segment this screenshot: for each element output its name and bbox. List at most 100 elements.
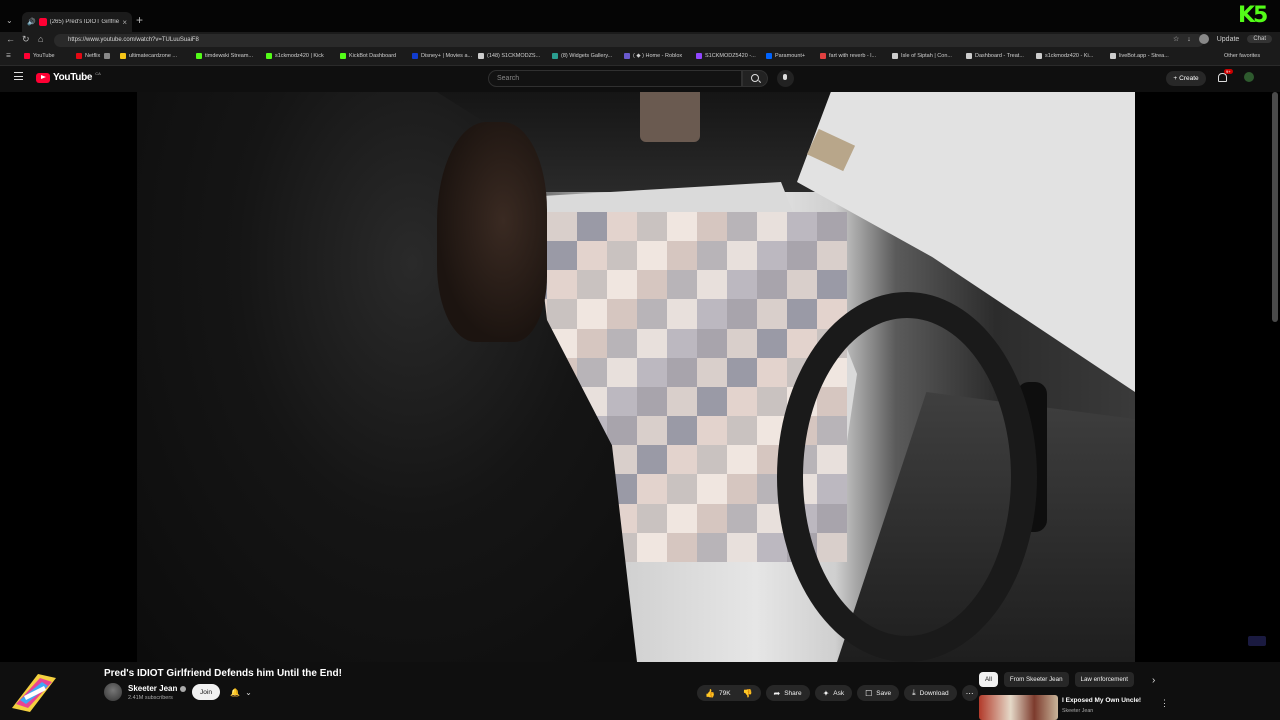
blur-block — [727, 212, 757, 242]
audio-icon[interactable]: 🔊 — [27, 18, 36, 26]
channel-name[interactable]: Skeeter Jean — [128, 684, 187, 693]
bookmark-item[interactable]: Disney+ | Movies a... — [412, 53, 472, 59]
subscriber-count: 2.41M subscribers — [128, 695, 173, 701]
blur-block — [667, 474, 697, 504]
blur-block — [787, 241, 817, 271]
blur-block — [697, 270, 727, 300]
microphone-icon[interactable] — [777, 70, 794, 87]
blur-block — [637, 328, 667, 358]
bookmark-favicon-icon — [696, 53, 702, 59]
like-button[interactable]: 👍 79K 👎 — [697, 685, 761, 701]
recommendation-menu-icon[interactable]: ⋮ — [1160, 698, 1169, 709]
blur-block — [667, 532, 697, 562]
bookmark-item[interactable]: fart with reverb - l... — [820, 53, 876, 59]
bookmark-item[interactable]: Netflix — [76, 53, 100, 59]
thumbs-up-icon: 👍 — [705, 688, 715, 698]
blur-block — [637, 532, 667, 562]
chip-law-enforcement[interactable]: Law enforcement — [1074, 672, 1134, 687]
save-button[interactable]: ☐ Save — [857, 685, 900, 701]
youtube-wordmark: YouTube — [53, 72, 93, 83]
create-button[interactable]: + Create — [1166, 71, 1206, 86]
blur-block — [577, 299, 607, 329]
copilot-chat-button[interactable]: Chat — [1247, 35, 1272, 43]
like-count: 79K — [718, 689, 731, 697]
blur-block — [817, 212, 847, 242]
thumbs-down-icon[interactable]: 👎 — [743, 689, 753, 698]
chip-all[interactable]: All — [979, 672, 998, 687]
blur-block — [637, 241, 667, 271]
blur-block — [727, 270, 757, 300]
blur-block — [757, 241, 787, 271]
bookmark-item[interactable]: timdewski Stream... — [196, 53, 253, 59]
blur-block — [697, 532, 727, 562]
blur-block — [547, 299, 577, 329]
join-button[interactable]: Join — [192, 684, 220, 700]
share-button[interactable]: ➦ Share — [765, 685, 810, 701]
menu-icon[interactable] — [14, 72, 23, 80]
blur-block — [697, 386, 727, 417]
blur-block — [727, 328, 757, 358]
blur-block — [757, 532, 787, 562]
bookmark-item[interactable]: (8) Widgets Gallery... — [552, 53, 612, 59]
chevron-right-icon[interactable]: › — [1152, 675, 1155, 686]
channel-avatar[interactable] — [104, 683, 122, 701]
more-actions-icon[interactable]: ⋯ — [961, 685, 978, 701]
bookmark-item[interactable]: Isle of Siptah | Con... — [892, 53, 952, 59]
recommendation-thumbnail[interactable] — [979, 695, 1058, 720]
blur-block — [667, 386, 697, 417]
blur-block — [727, 357, 757, 387]
tab-search-chevron-icon[interactable]: ⌄ — [6, 16, 13, 25]
url-field[interactable]: https://www.youtube.com/watch?v=TULuuSua… — [54, 34, 1204, 47]
reload-icon[interactable]: ↻ — [22, 34, 30, 45]
chip-from-channel[interactable]: From Skeeter Jean — [1003, 672, 1069, 687]
ask-button[interactable]: ✦ Ask — [814, 685, 853, 701]
download-button[interactable]: ⤓ Download — [904, 685, 957, 701]
profile-avatar[interactable] — [1198, 34, 1209, 44]
close-tab-icon[interactable]: × — [122, 18, 127, 27]
blur-block — [697, 503, 727, 533]
youtube-logo[interactable]: YouTube CA — [36, 71, 101, 83]
bookmark-item[interactable]: S1CKMODZ5420 -... — [696, 53, 756, 59]
bookmark-item[interactable]: liveBot.app - Strea... — [1110, 53, 1169, 59]
blur-block — [607, 212, 637, 242]
blur-block — [667, 212, 697, 242]
blur-block — [577, 270, 607, 300]
blur-block — [697, 416, 727, 446]
new-tab-button[interactable]: + — [136, 13, 143, 27]
page-scrollbar[interactable] — [1272, 92, 1278, 322]
search-input[interactable]: Search — [488, 70, 742, 87]
bookmarks-menu-icon[interactable]: ☰ — [6, 53, 11, 59]
bookmark-item[interactable]: KickBot Dashboard — [340, 53, 396, 59]
ask-label: Ask — [833, 689, 845, 697]
update-button[interactable]: Update — [1217, 36, 1240, 43]
search-icon[interactable] — [742, 70, 768, 87]
notification-settings-button[interactable]: 🔔 ⌄ — [226, 684, 256, 700]
bookmark-item[interactable]: ultimatecardzone ... — [120, 53, 177, 59]
blur-block — [757, 299, 787, 329]
blur-block — [727, 503, 757, 533]
blur-block — [667, 503, 697, 533]
blur-block — [637, 386, 667, 417]
recommendation-channel[interactable]: Skeeter Jean — [1062, 708, 1093, 714]
favorites-star-icon[interactable]: ☆ — [1173, 35, 1179, 43]
bookmark-item[interactable]: s1ckmodz420 | Kick — [266, 53, 324, 59]
bookmark-label: liveBot.app - Strea... — [1119, 53, 1169, 59]
bookmark-item[interactable]: s1ckmodz420 - Ki... — [1036, 53, 1093, 59]
back-icon[interactable]: ← — [6, 34, 15, 44]
other-favorites-folder[interactable]: Other favorites — [1224, 53, 1260, 59]
home-icon[interactable]: ⌂ — [38, 34, 43, 44]
video-frame[interactable] — [137, 92, 1135, 662]
account-avatar[interactable] — [1244, 72, 1254, 82]
bookmark-item[interactable]: (148) S1CKMODZS... — [478, 53, 540, 59]
bookmark-item[interactable] — [104, 53, 113, 59]
bookmark-item[interactable]: YouTube — [24, 53, 55, 59]
blur-block — [697, 241, 727, 271]
browser-tab-active[interactable]: 🔊 (265) Pred's IDIOT Girlfriend D × — [22, 12, 132, 32]
video-player[interactable] — [0, 92, 1280, 662]
bookmark-item[interactable]: ( ◆ ) Home - Roblox — [624, 53, 682, 59]
download-icon[interactable]: ↓ — [1187, 36, 1191, 43]
bookmark-item[interactable]: Dashboard - Treat... — [966, 53, 1024, 59]
recommendation-title[interactable]: I Exposed My Own Uncle! — [1062, 697, 1141, 704]
bookmark-item[interactable]: Paramount+ — [766, 53, 805, 59]
rearview-mirror — [640, 92, 700, 142]
